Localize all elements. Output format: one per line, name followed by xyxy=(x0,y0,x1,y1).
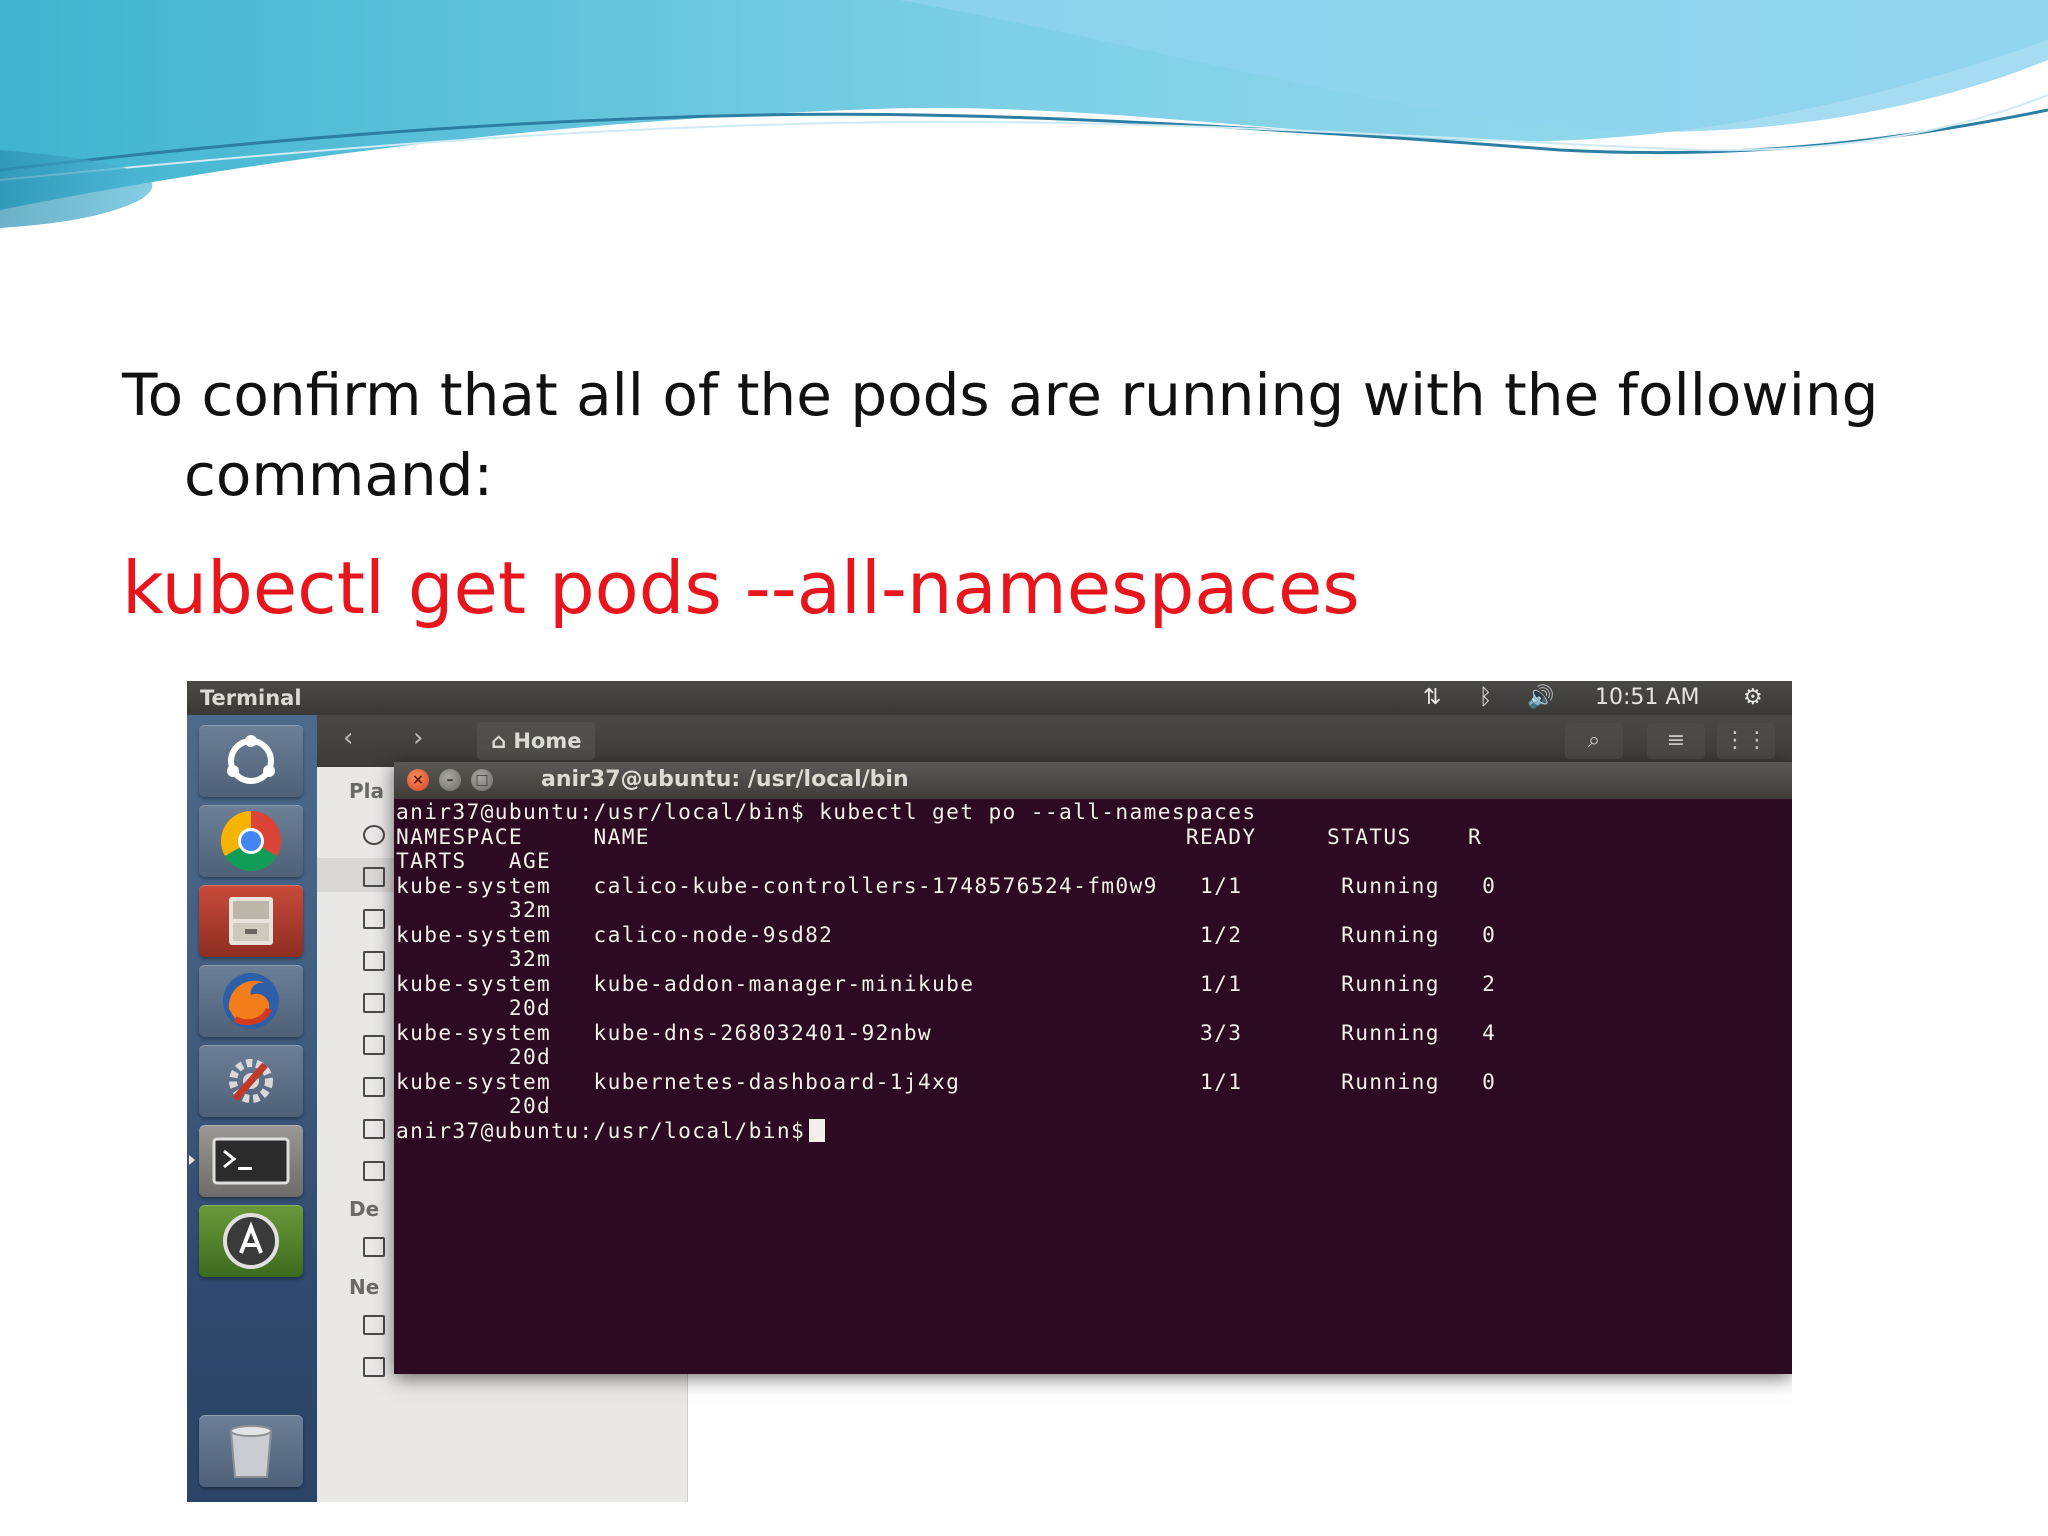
sidebar-section-devices: De xyxy=(349,1197,380,1221)
home-folder-icon[interactable] xyxy=(363,867,385,887)
terminal-line: NAMESPACE NAME READY STATUS R xyxy=(396,823,1483,849)
terminal-cursor xyxy=(809,1118,826,1142)
location-label: Home xyxy=(513,729,582,753)
maximize-icon[interactable]: □ xyxy=(471,769,493,791)
grid-view-icon[interactable]: ⋮⋮ xyxy=(1717,723,1775,759)
top-panel: Terminal ⇅ ᛒ 🔊 10:51 AM ⚙ xyxy=(187,681,1792,715)
terminal-line: kube-system kubernetes-dashboard-1j4xg 1… xyxy=(396,1068,1497,1094)
software-updater-icon[interactable] xyxy=(199,1205,303,1277)
panel-app-name: Terminal xyxy=(200,686,302,710)
downloads-icon[interactable] xyxy=(363,993,385,1013)
home-icon: ⌂ xyxy=(491,729,514,753)
gear-power-icon[interactable]: ⚙ xyxy=(1743,685,1763,710)
terminal-icon[interactable] xyxy=(199,1125,303,1197)
recent-icon[interactable] xyxy=(363,825,385,845)
header-wave-decoration xyxy=(0,0,2048,228)
files-cabinet-icon[interactable] xyxy=(199,885,303,957)
browse-network-icon[interactable] xyxy=(363,1315,385,1335)
terminal-title: anir37@ubuntu: /usr/local/bin xyxy=(541,767,909,792)
terminal-line: 20d xyxy=(396,1093,552,1118)
chrome-icon[interactable] xyxy=(199,805,303,877)
terminal-window[interactable]: × – □ anir37@ubuntu: /usr/local/bin anir… xyxy=(394,762,1792,1374)
file-manager-header: ‹ › ⌂ Home ⌕ ≡ ⋮⋮ xyxy=(317,715,1792,767)
documents-icon[interactable] xyxy=(363,951,385,971)
firefox-icon[interactable] xyxy=(199,965,303,1037)
list-view-icon[interactable]: ≡ xyxy=(1647,723,1705,759)
computer-icon[interactable] xyxy=(363,1237,385,1257)
system-settings-icon[interactable] xyxy=(199,1045,303,1117)
bluetooth-icon[interactable]: ᛒ xyxy=(1479,685,1492,710)
terminal-prompt-line[interactable]: anir37@ubuntu:/usr/local/bin$ xyxy=(396,1117,826,1144)
minimize-icon[interactable]: – xyxy=(439,769,461,791)
command-text: kubectl get pods --all-namespaces xyxy=(122,546,1360,630)
back-arrow-icon[interactable]: ‹ xyxy=(343,723,353,753)
terminal-line: kube-system kube-addon-manager-minikube … xyxy=(396,970,1497,996)
panel-clock[interactable]: 10:51 AM xyxy=(1595,685,1699,710)
terminal-line: 20d xyxy=(396,995,552,1020)
volume-icon[interactable]: 🔊 xyxy=(1527,685,1554,710)
terminal-line: kube-system calico-node-9sd82 1/2 Runnin… xyxy=(396,921,1497,947)
terminal-titlebar[interactable]: × – □ anir37@ubuntu: /usr/local/bin xyxy=(394,762,1792,799)
desktop-folder-icon[interactable] xyxy=(363,909,385,929)
ubuntu-dash-icon[interactable] xyxy=(199,725,303,797)
sidebar-section-network: Ne xyxy=(349,1275,380,1299)
trash-folder-icon[interactable] xyxy=(363,1161,385,1181)
unity-launcher xyxy=(187,715,317,1502)
forward-arrow-icon[interactable]: › xyxy=(413,723,423,753)
music-icon[interactable] xyxy=(363,1035,385,1055)
terminal-line: 20d xyxy=(396,1044,552,1069)
terminal-line: 32m xyxy=(396,897,552,922)
network-updown-icon[interactable]: ⇅ xyxy=(1423,685,1441,710)
videos-icon[interactable] xyxy=(363,1119,385,1139)
terminal-line: 32m xyxy=(396,946,552,971)
sidebar-section-places: Pla xyxy=(349,779,385,803)
instruction-text: To confirm that all of the pods are runn… xyxy=(122,361,1879,509)
search-icon[interactable]: ⌕ xyxy=(1565,723,1623,759)
location-home-button[interactable]: ⌂ Home xyxy=(477,722,596,760)
ubuntu-screenshot: Terminal ⇅ ᛒ 🔊 10:51 AM ⚙ ‹ › ⌂ Home ⌕ ≡… xyxy=(187,681,1792,1502)
terminal-prompt: anir37@ubuntu:/usr/local/bin$ xyxy=(396,1117,806,1143)
trash-icon[interactable] xyxy=(199,1415,303,1487)
terminal-line: anir37@ubuntu:/usr/local/bin$ kubectl ge… xyxy=(396,800,1257,824)
terminal-output[interactable]: anir37@ubuntu:/usr/local/bin$ kubectl ge… xyxy=(396,800,1792,1372)
pictures-icon[interactable] xyxy=(363,1077,385,1097)
close-icon[interactable]: × xyxy=(407,769,429,791)
connect-server-icon[interactable] xyxy=(363,1357,385,1377)
terminal-line: kube-system kube-dns-268032401-92nbw 3/3… xyxy=(396,1019,1497,1045)
terminal-line: TARTS AGE xyxy=(396,848,552,873)
terminal-line: kube-system calico-kube-controllers-1748… xyxy=(396,872,1497,898)
active-app-indicator xyxy=(189,1155,195,1165)
